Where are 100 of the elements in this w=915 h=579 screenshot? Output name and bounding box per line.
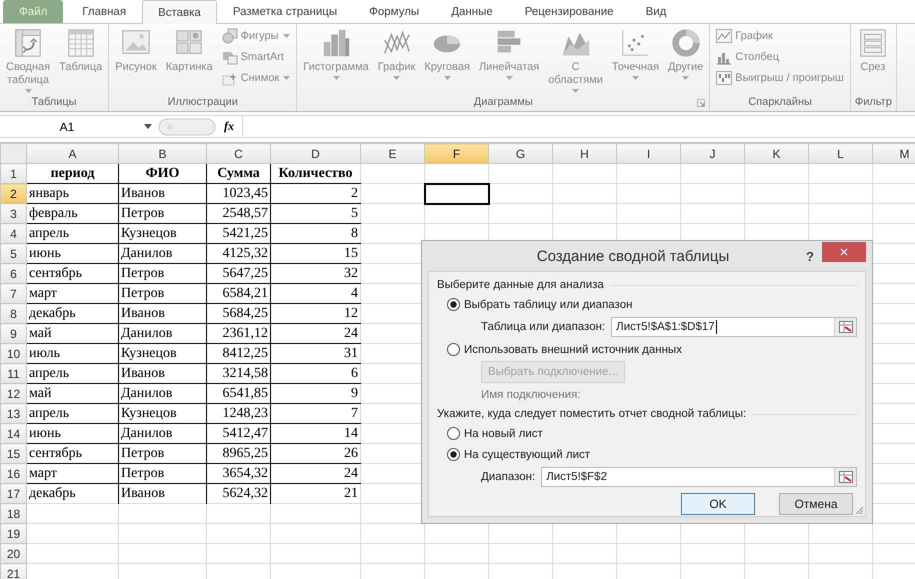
column-header[interactable]: A bbox=[26, 144, 118, 164]
table-cell: 2361,12 bbox=[206, 324, 270, 344]
table-cell: Данилов bbox=[118, 244, 206, 264]
row-header[interactable]: 14 bbox=[0, 424, 26, 444]
row-header[interactable]: 7 bbox=[0, 284, 26, 304]
splitter-grip-icon bbox=[158, 118, 216, 136]
row-header[interactable]: 5 bbox=[0, 244, 26, 264]
range-select-button[interactable] bbox=[834, 468, 856, 486]
ribbon-tab[interactable]: Вставка bbox=[142, 0, 217, 24]
shapes-icon bbox=[222, 28, 238, 44]
column-header[interactable]: I bbox=[616, 144, 680, 164]
column-header[interactable]: K bbox=[744, 144, 808, 164]
section-heading: Укажите, куда следует поместить отчет сводной таблицы: bbox=[437, 408, 746, 420]
group-label: Фильтр bbox=[854, 95, 892, 110]
active-cell[interactable] bbox=[424, 184, 488, 204]
column-header[interactable]: C bbox=[206, 144, 270, 164]
name-box[interactable]: A1 bbox=[0, 120, 144, 134]
column-heading-cell: Сумма bbox=[206, 164, 270, 184]
column-heading-cell: период bbox=[26, 164, 118, 184]
table-cell: Иванов bbox=[118, 484, 206, 504]
column-header[interactable]: E bbox=[360, 144, 424, 164]
row-header[interactable]: 19 bbox=[0, 524, 26, 544]
row-header[interactable]: 21 bbox=[0, 564, 26, 579]
row-header[interactable]: 17 bbox=[0, 484, 26, 504]
table-cell: 4125,32 bbox=[206, 244, 270, 264]
table-cell: Петров bbox=[118, 264, 206, 284]
dialog-button[interactable]: Отмена bbox=[779, 493, 853, 515]
table-cell: 6584,21 bbox=[206, 284, 270, 304]
insert-function-button[interactable]: fx bbox=[216, 118, 242, 135]
table-cell: декабрь bbox=[26, 304, 118, 324]
resize-grip-icon bbox=[855, 506, 864, 515]
table-cell: 3654,32 bbox=[206, 464, 270, 484]
table-cell: июнь bbox=[26, 424, 118, 444]
donut-chart-icon bbox=[670, 27, 702, 59]
row-header[interactable]: 16 bbox=[0, 464, 26, 484]
ribbon-tab[interactable]: Формулы bbox=[353, 0, 436, 23]
row-header[interactable]: 12 bbox=[0, 384, 26, 404]
table-cell: Данилов bbox=[118, 424, 206, 444]
table-cell: 5421,25 bbox=[206, 224, 270, 244]
row-header[interactable]: 8 bbox=[0, 304, 26, 324]
row-header[interactable]: 15 bbox=[0, 444, 26, 464]
close-button[interactable]: × bbox=[822, 242, 866, 262]
table-cell: 6541,85 bbox=[206, 384, 270, 404]
radio-option[interactable]: На существующий лист bbox=[447, 448, 590, 461]
column-header[interactable]: F bbox=[424, 144, 488, 164]
row-header[interactable]: 13 bbox=[0, 404, 26, 424]
column-header[interactable]: M bbox=[872, 144, 915, 164]
table-cell: апрель bbox=[26, 404, 118, 424]
table-cell: 2548,57 bbox=[206, 204, 270, 224]
range-field[interactable]: Лист5!$A$1:$D$17 bbox=[611, 317, 857, 337]
ribbon-tab[interactable]: Вид bbox=[630, 0, 682, 23]
help-button[interactable]: ? bbox=[798, 248, 822, 264]
row-header[interactable]: 1 bbox=[0, 164, 26, 184]
table-cell: февраль bbox=[26, 204, 118, 224]
ribbon-tab[interactable]: Данные bbox=[435, 0, 509, 23]
table-cell: март bbox=[26, 464, 118, 484]
table-cell: январь bbox=[26, 184, 118, 204]
table-cell: 5412,47 bbox=[206, 424, 270, 444]
column-header[interactable]: D bbox=[270, 144, 360, 164]
range-select-icon bbox=[838, 321, 852, 333]
table-cell: Петров bbox=[118, 444, 206, 464]
table-cell: 3214,58 bbox=[206, 364, 270, 384]
table-cell: май bbox=[26, 324, 118, 344]
ribbon-tab[interactable]: Главная bbox=[66, 0, 142, 23]
table-cell: апрель bbox=[26, 364, 118, 384]
smartart-icon bbox=[222, 49, 238, 65]
radio-option[interactable]: На новый лист bbox=[447, 427, 543, 440]
column-header[interactable]: B bbox=[118, 144, 206, 164]
ribbon-tab[interactable]: Разметка страницы bbox=[216, 0, 354, 23]
row-header[interactable]: 2 bbox=[0, 184, 26, 204]
row-header[interactable]: 4 bbox=[0, 224, 26, 244]
table-cell: Кузнецов bbox=[118, 404, 206, 424]
radio-option[interactable]: Использовать внешний источник данных bbox=[447, 343, 682, 356]
dialog-button[interactable]: OK bbox=[681, 493, 755, 515]
table-cell: сентябрь bbox=[26, 444, 118, 464]
column-header[interactable]: H bbox=[552, 144, 616, 164]
column-header[interactable]: J bbox=[680, 144, 744, 164]
table-cell: 5647,25 bbox=[206, 264, 270, 284]
ribbon-tab[interactable]: Рецензирование bbox=[508, 0, 630, 23]
row-header[interactable]: 20 bbox=[0, 544, 26, 564]
group-label: Спарклайны bbox=[747, 95, 813, 110]
column-header[interactable]: G bbox=[488, 144, 552, 164]
column-header[interactable]: L bbox=[808, 144, 872, 164]
row-header[interactable]: 6 bbox=[0, 264, 26, 284]
table-cell: Иванов bbox=[118, 304, 206, 324]
table-cell: май bbox=[26, 384, 118, 404]
row-header[interactable]: 10 bbox=[0, 344, 26, 364]
range-field[interactable]: Лист5!$F$2 bbox=[541, 467, 857, 487]
table-cell: Петров bbox=[118, 204, 206, 224]
column-heading-cell: ФИО bbox=[118, 164, 206, 184]
row-header[interactable]: 3 bbox=[0, 204, 26, 224]
table-cell: Иванов bbox=[118, 364, 206, 384]
group-label: Диаграммы bbox=[472, 95, 534, 110]
range-select-button[interactable] bbox=[834, 318, 856, 336]
field-label: Таблица или диапазон: bbox=[481, 321, 606, 333]
radio-option[interactable]: Выбрать таблицу или диапазон bbox=[447, 298, 632, 311]
range-select-icon bbox=[838, 471, 852, 483]
row-header[interactable]: 18 bbox=[0, 504, 26, 524]
row-header[interactable]: 11 bbox=[0, 364, 26, 384]
row-header[interactable]: 9 bbox=[0, 324, 26, 344]
